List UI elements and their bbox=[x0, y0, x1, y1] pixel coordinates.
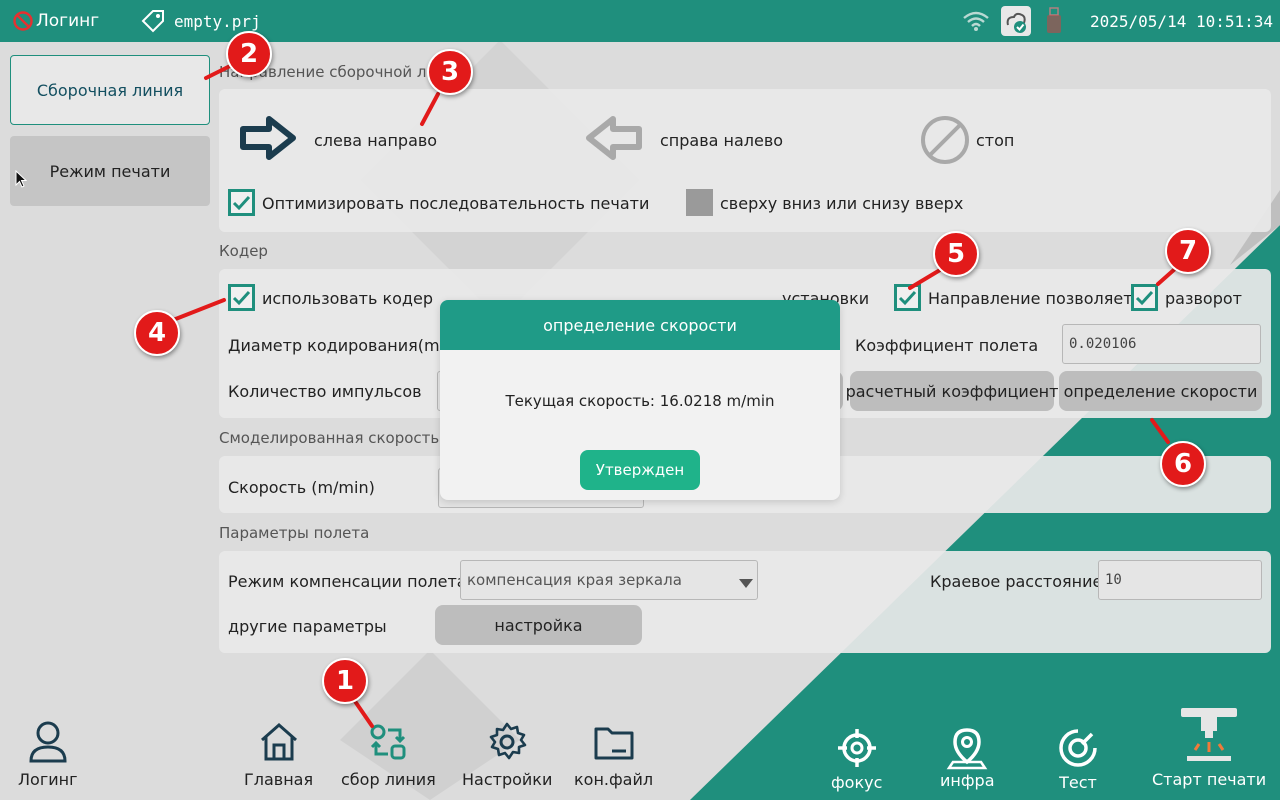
top-bar: Логинг empty.prj 2025/05/14 10:51:34 bbox=[0, 0, 1280, 42]
confirm-button[interactable]: Утвержден bbox=[580, 450, 700, 490]
callout-5: 5 bbox=[933, 231, 979, 277]
nav-focus-label: фокус bbox=[831, 773, 883, 792]
flight-panel: Режим компенсации полета компенсация кра… bbox=[219, 551, 1271, 653]
optimize-checkbox[interactable] bbox=[228, 189, 255, 216]
gauge-icon bbox=[1059, 729, 1097, 767]
arrow-right-icon[interactable] bbox=[239, 115, 297, 165]
nav-config-label: кон.файл bbox=[574, 770, 654, 789]
callout-2: 2 bbox=[226, 31, 272, 77]
reverse-label: разворот bbox=[1165, 289, 1242, 308]
nav-login-label: Логинг bbox=[18, 770, 78, 789]
diameter-label: Диаметр кодирования(mm) bbox=[228, 336, 462, 355]
nav-test-label: Тест bbox=[1059, 773, 1097, 792]
nav-print-mode[interactable]: Режим печати bbox=[10, 136, 210, 206]
login-label: Логинг bbox=[36, 11, 100, 31]
callout-3: 3 bbox=[427, 49, 473, 95]
location-pin-icon bbox=[946, 728, 988, 770]
use-encoder-checkbox[interactable] bbox=[228, 284, 255, 311]
other-params-label: другие параметры bbox=[228, 617, 387, 636]
comp-mode-select[interactable]: компенсация края зеркала bbox=[460, 560, 758, 600]
top-bottom-label: сверху вниз или снизу вверх bbox=[720, 194, 964, 213]
datetime: 2025/05/14 10:51:34 bbox=[1090, 11, 1274, 31]
comp-mode-value: компенсация края зеркала bbox=[467, 571, 682, 589]
setup-button[interactable]: настройка bbox=[435, 605, 642, 645]
dialog-title: определение скорости bbox=[440, 300, 840, 350]
optimize-label: Оптимизировать последовательность печати bbox=[262, 194, 650, 213]
folder-icon bbox=[594, 727, 634, 760]
use-encoder-label: использовать кодер bbox=[262, 289, 433, 308]
direction-allows-label: Направление позволяет bbox=[928, 289, 1133, 308]
nav-home-label: Главная bbox=[244, 770, 314, 789]
tag-icon bbox=[140, 8, 166, 34]
nav-test[interactable]: Тест bbox=[1058, 728, 1098, 792]
cloud-check-icon bbox=[1000, 0, 1032, 42]
callout-7: 7 bbox=[1165, 228, 1211, 274]
no-entry-icon bbox=[12, 10, 34, 32]
nav-config-file[interactable]: кон.файл bbox=[574, 720, 653, 789]
nav-infra-label: инфра bbox=[940, 771, 995, 790]
encoder-section-title: Кодер bbox=[219, 242, 268, 260]
mouse-cursor-icon bbox=[15, 169, 28, 192]
direction-panel: слева направо справа налево стоп Оптимиз… bbox=[219, 89, 1271, 232]
nav-home[interactable]: Главная bbox=[244, 720, 313, 789]
direction-allows-checkbox[interactable] bbox=[894, 284, 921, 311]
nav-assembly-label: сбор линия bbox=[341, 770, 436, 789]
user-icon bbox=[29, 721, 67, 763]
nav-infra[interactable]: инфра bbox=[940, 726, 995, 790]
speed-detect-dialog: определение скорости Текущая скорость: 1… bbox=[440, 300, 840, 500]
callout-6: 6 bbox=[1160, 441, 1206, 487]
edge-distance-label: Краевое расстояние bbox=[930, 572, 1103, 591]
nav-settings-label: Настройки bbox=[462, 770, 553, 789]
print-head-icon bbox=[1181, 708, 1238, 761]
nav-settings[interactable]: Настройки bbox=[462, 720, 552, 789]
callout-1: 1 bbox=[322, 658, 368, 704]
nav-focus[interactable]: фокус bbox=[831, 728, 882, 792]
nav-start-print[interactable]: Старт печати bbox=[1152, 706, 1266, 789]
arrow-left-icon[interactable] bbox=[585, 115, 643, 165]
crosshair-icon bbox=[837, 729, 876, 767]
nav-start-print-label: Старт печати bbox=[1152, 770, 1267, 789]
nav-assembly-line[interactable]: Сборочная линия bbox=[10, 55, 210, 125]
login-status[interactable]: Логинг bbox=[12, 0, 99, 42]
wifi-icon bbox=[962, 0, 990, 42]
usb-drive-icon bbox=[1044, 0, 1064, 42]
speed-label: Скорость (m/min) bbox=[228, 478, 375, 497]
callout-4: 4 bbox=[134, 310, 180, 356]
stop-icon[interactable] bbox=[919, 114, 971, 170]
stop-label[interactable]: стоп bbox=[976, 131, 1014, 150]
current-speed-text: Текущая скорость: 16.0218 m/min bbox=[505, 392, 775, 410]
calc-coef-button[interactable]: расчетный коэффициент bbox=[846, 371, 1058, 411]
dropdown-arrow-icon bbox=[739, 575, 753, 593]
comp-mode-label: Режим компенсации полета bbox=[228, 572, 467, 591]
pulse-count-label: Количество импульсов bbox=[228, 382, 422, 401]
speed-detect-button[interactable]: определение скорости bbox=[1059, 371, 1262, 411]
project-name: empty.prj bbox=[174, 11, 261, 31]
left-to-right-label[interactable]: слева направо bbox=[314, 131, 437, 150]
edge-distance-field[interactable]: 10 bbox=[1098, 560, 1262, 600]
nav-login[interactable]: Логинг bbox=[18, 720, 78, 789]
assembly-swap-icon bbox=[370, 724, 406, 760]
reverse-checkbox[interactable] bbox=[1131, 284, 1158, 311]
gear-icon bbox=[489, 722, 527, 760]
top-bottom-checkbox[interactable] bbox=[686, 189, 713, 216]
flight-coef-field[interactable]: 0.020106 bbox=[1062, 324, 1261, 364]
home-icon bbox=[260, 722, 297, 761]
nav-assembly[interactable]: сбор линия bbox=[341, 720, 436, 789]
right-to-left-label[interactable]: справа налево bbox=[660, 131, 783, 150]
flight-coef-label: Коэффициент полета bbox=[855, 336, 1039, 355]
flight-section-title: Параметры полета bbox=[219, 524, 370, 542]
simulated-section-title: Смоделированная скорость bbox=[219, 429, 440, 447]
